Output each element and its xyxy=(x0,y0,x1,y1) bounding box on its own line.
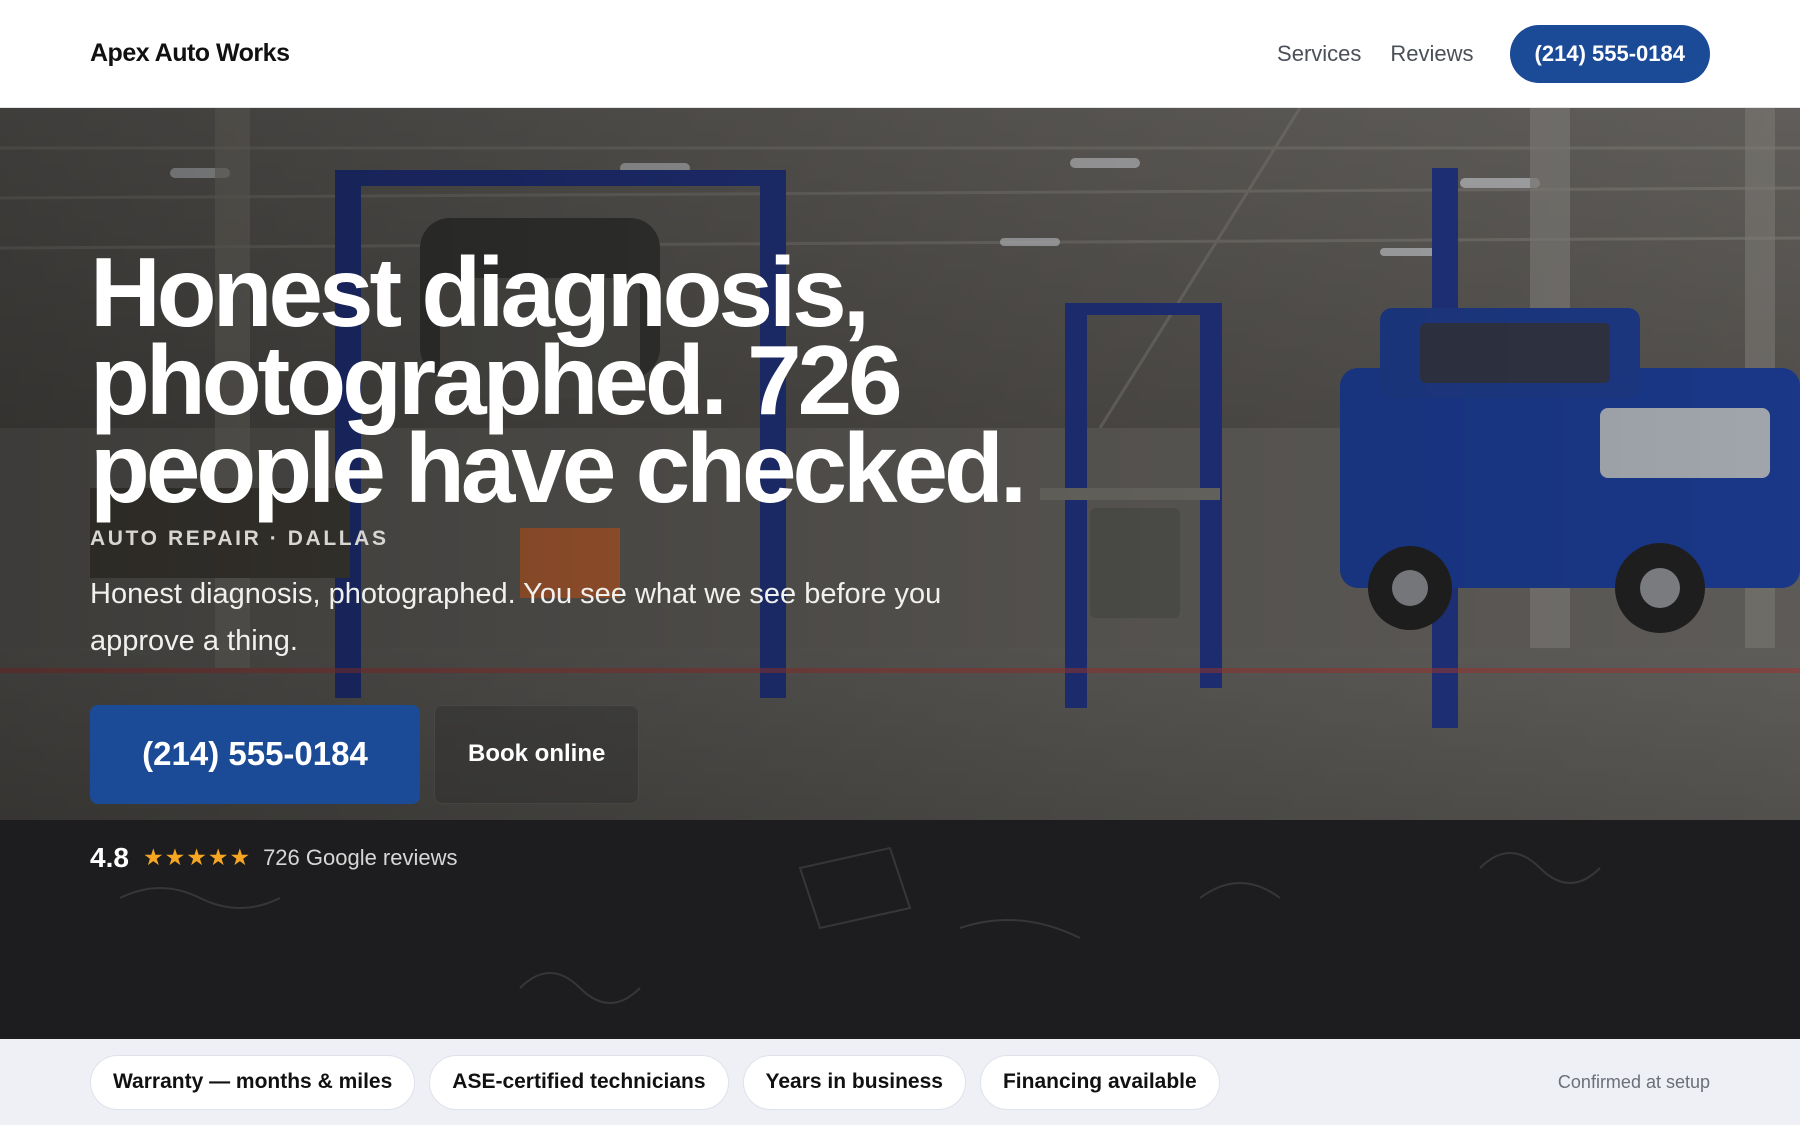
review-count-link[interactable]: 726 Google reviews xyxy=(263,845,457,871)
star-icon: ★ xyxy=(142,844,164,871)
star-icon: ★ xyxy=(164,844,186,871)
star-icon: ★ xyxy=(207,844,229,871)
confirmed-note: Confirmed at setup xyxy=(1557,1071,1710,1092)
hero-headline: Honest diagnosis, photographed. 726 peop… xyxy=(90,237,1027,524)
trust-chips: Warranty — months & miles ASE-certified … xyxy=(90,1054,1234,1110)
brand-logo[interactable]: Apex Auto Works xyxy=(90,39,290,68)
star-icon: ★ xyxy=(186,844,207,871)
trust-bar: Warranty — months & miles ASE-certified … xyxy=(0,1039,1800,1125)
star-rating: ★ ★ ★ ★ ★ xyxy=(143,846,251,869)
rating-summary: 4.8 ★ ★ ★ ★ ★ 726 Google reviews xyxy=(90,842,1090,874)
star-icon: ★ xyxy=(229,844,251,871)
trust-chip-warranty: Warranty — months & miles xyxy=(90,1054,416,1110)
site-header: Apex Auto Works Services Reviews (214) 5… xyxy=(0,0,1800,108)
hero-subheadline: Honest diagnosis, photographed. You see … xyxy=(90,577,942,657)
nav-link-services[interactable]: Services xyxy=(1277,41,1361,67)
trust-chip-ase-certified: ASE-certified technicians xyxy=(429,1054,729,1110)
nav-link-reviews[interactable]: Reviews xyxy=(1390,41,1473,67)
call-button[interactable]: (214) 555-0184 xyxy=(90,704,420,804)
hero-section: Honest diagnosis, photographed. 726 peop… xyxy=(0,108,1800,1039)
hero-eyebrow: AUTO REPAIR · DALLAS xyxy=(90,526,389,550)
main-nav: Services Reviews (214) 555-0184 xyxy=(1248,24,1710,83)
hero-content: Honest diagnosis, photographed. 726 peop… xyxy=(90,237,1090,874)
hero-actions: (214) 555-0184 Book online xyxy=(90,704,1090,804)
book-online-button[interactable]: Book online xyxy=(434,704,640,804)
trust-chip-years: Years in business xyxy=(742,1054,966,1110)
trust-chip-financing: Financing available xyxy=(979,1054,1220,1110)
header-call-button[interactable]: (214) 555-0184 xyxy=(1509,24,1710,83)
rating-score: 4.8 xyxy=(90,841,129,873)
